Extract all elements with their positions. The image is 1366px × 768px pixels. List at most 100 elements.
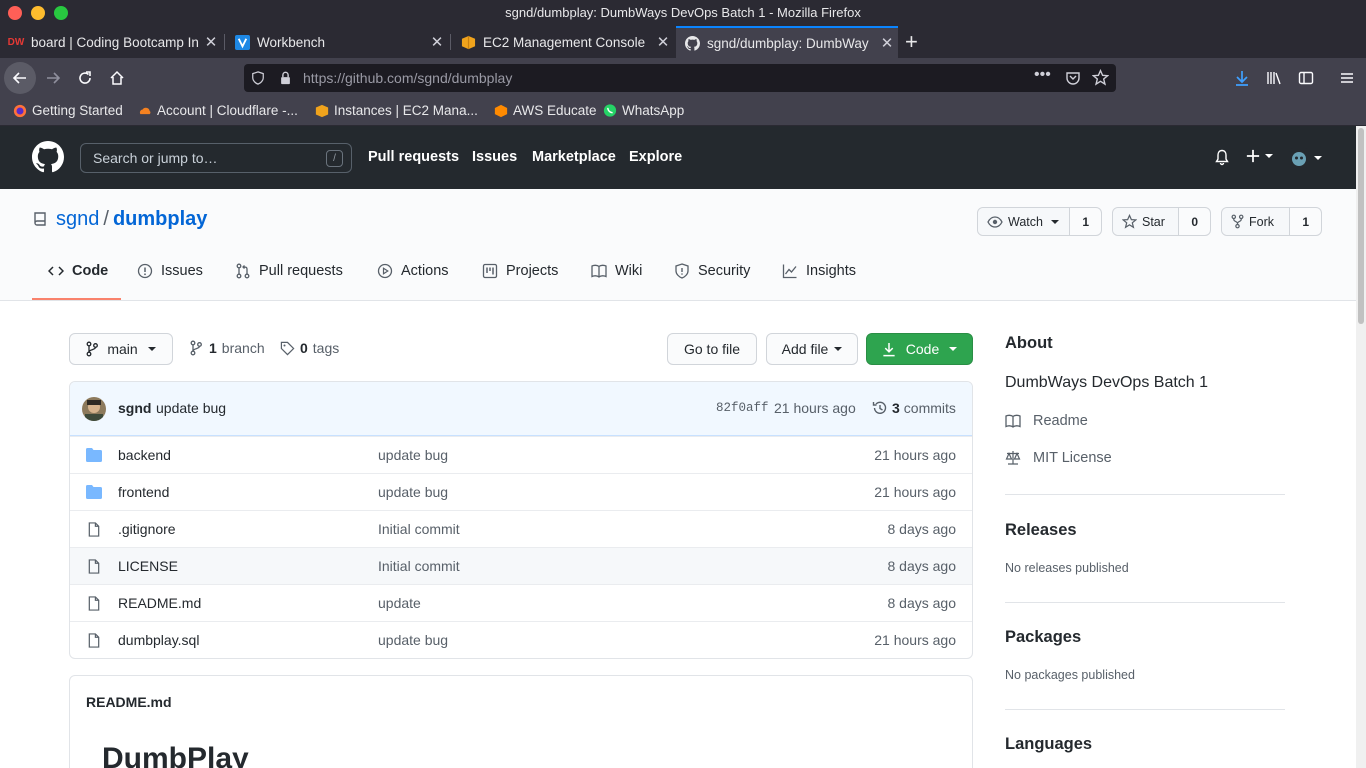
file-commit-message[interactable]: Initial commit	[378, 521, 460, 537]
file-icon	[88, 596, 100, 611]
bell-icon[interactable]	[1214, 149, 1230, 166]
readme-link[interactable]: Readme	[1005, 413, 1088, 429]
file-name[interactable]: backend	[118, 447, 171, 463]
code-download-button[interactable]: Code	[866, 333, 973, 365]
scrollbar-thumb[interactable]	[1358, 128, 1364, 324]
watch-count[interactable]: 1	[1070, 215, 1101, 229]
bookmark-whatsapp[interactable]: WhatsApp	[603, 103, 684, 118]
file-commit-message[interactable]: update	[378, 595, 421, 611]
file-browser: sgnd update bug 82f0aff 21 hours ago 3 c…	[69, 381, 973, 659]
avatar[interactable]	[82, 397, 106, 421]
github-header: Search or jump to… / Pull requests Issue…	[0, 126, 1356, 189]
star-count[interactable]: 0	[1179, 215, 1210, 229]
packages-heading[interactable]: Packages	[1005, 628, 1081, 647]
user-menu[interactable]	[1289, 148, 1322, 168]
commit-author[interactable]: sgnd	[118, 400, 151, 416]
dumbways-favicon: DW	[7, 36, 25, 48]
file-name[interactable]: .gitignore	[118, 521, 176, 537]
fork-button[interactable]: Fork	[1222, 208, 1291, 235]
nav-issues[interactable]: Issues	[472, 149, 517, 165]
file-row-gitignore[interactable]: .gitignore Initial commit 8 days ago	[70, 510, 972, 547]
tab-insights[interactable]: Insights	[782, 263, 856, 279]
back-button[interactable]	[4, 62, 36, 94]
languages-heading: Languages	[1005, 735, 1093, 753]
search-input[interactable]: Search or jump to… /	[80, 143, 352, 173]
file-icon	[88, 522, 100, 537]
forward-button[interactable]	[37, 62, 69, 94]
commits-link[interactable]: 3 commits	[872, 400, 956, 416]
new-tab-button[interactable]: +	[905, 29, 918, 55]
nav-explore[interactable]: Explore	[629, 149, 682, 165]
tab-projects[interactable]: Projects	[482, 263, 558, 279]
sidebar-toggle-button[interactable]	[1290, 62, 1322, 94]
watch-button[interactable]: Watch	[978, 208, 1071, 235]
library-button[interactable]	[1258, 62, 1290, 94]
pocket-icon	[1066, 72, 1080, 85]
file-name[interactable]: frontend	[118, 484, 169, 500]
close-tab-icon[interactable]: ✕	[426, 33, 448, 51]
browser-tab-github[interactable]: sgnd/dumbplay: DumbWay ✕	[676, 26, 898, 58]
github-logo-icon[interactable]	[32, 141, 64, 173]
repo-name-link[interactable]: dumbplay	[113, 208, 207, 231]
fork-count[interactable]: 1	[1290, 215, 1321, 229]
tab-actions[interactable]: Actions	[377, 263, 449, 279]
browser-tab-ec2[interactable]: EC2 Management Console ✕	[452, 26, 674, 58]
window-titlebar: sgnd/dumbplay: DumbWays DevOps Batch 1 -…	[0, 0, 1366, 26]
tab-label: Projects	[506, 263, 559, 279]
tab-issues[interactable]: Issues	[137, 263, 203, 279]
bookmark-ec2-instances[interactable]: Instances | EC2 Mana...	[315, 103, 478, 118]
add-file-button[interactable]: Add file	[766, 333, 858, 365]
file-name[interactable]: dumbplay.sql	[118, 632, 199, 648]
branch-selector[interactable]: main	[69, 333, 173, 365]
branches-link[interactable]: 1 branch	[190, 340, 265, 356]
star-button[interactable]: Star	[1113, 208, 1180, 235]
tags-link[interactable]: 0 tags	[280, 340, 339, 356]
bookmark-cloudflare[interactable]: Account | Cloudflare -...	[138, 103, 298, 118]
home-button[interactable]	[101, 62, 133, 94]
reload-button[interactable]	[69, 62, 101, 94]
close-tab-icon[interactable]: ✕	[876, 34, 898, 52]
tab-wiki[interactable]: Wiki	[591, 263, 642, 279]
menu-button[interactable]	[1331, 62, 1363, 94]
url-text[interactable]: https://github.com/sgnd/dumbplay	[303, 70, 512, 86]
tab-security[interactable]: Security	[674, 263, 750, 279]
file-commit-message[interactable]: update bug	[378, 484, 448, 500]
url-bar[interactable]: https://github.com/sgnd/dumbplay •••	[244, 64, 1116, 92]
plus-icon	[1246, 149, 1260, 163]
file-row-frontend[interactable]: frontend update bug 21 hours ago	[70, 473, 972, 510]
close-tab-icon[interactable]: ✕	[200, 33, 222, 51]
file-row-license[interactable]: LICENSE Initial commit 8 days ago	[70, 547, 972, 584]
commit-message[interactable]: update bug	[156, 400, 226, 416]
file-commit-message[interactable]: update bug	[378, 632, 448, 648]
file-icon	[88, 559, 100, 574]
file-commit-message[interactable]: Initial commit	[378, 558, 460, 574]
file-icon	[88, 633, 100, 648]
tab-pull-requests[interactable]: Pull requests	[235, 263, 343, 279]
go-to-file-button[interactable]: Go to file	[667, 333, 757, 365]
folder-icon	[86, 485, 102, 499]
git-pull-request-icon	[235, 263, 251, 279]
browser-tab-workbench[interactable]: Workbench ✕	[226, 26, 448, 58]
file-row-dumbplay-sql[interactable]: dumbplay.sql update bug 21 hours ago	[70, 621, 972, 658]
nav-marketplace[interactable]: Marketplace	[532, 149, 616, 165]
create-new-menu[interactable]	[1246, 149, 1273, 163]
file-row-backend[interactable]: backend update bug 21 hours ago	[70, 436, 972, 473]
file-name[interactable]: README.md	[118, 595, 201, 611]
add-file-label: Add file	[781, 341, 829, 357]
repo-owner-link[interactable]: sgnd	[56, 208, 99, 231]
file-name[interactable]: LICENSE	[118, 558, 178, 574]
tab-code[interactable]: Code	[48, 263, 108, 279]
releases-heading[interactable]: Releases	[1005, 521, 1077, 540]
bookmark-aws-educate[interactable]: AWS Educate	[494, 103, 597, 118]
downloads-button[interactable]	[1226, 62, 1258, 94]
file-row-readme[interactable]: README.md update 8 days ago	[70, 584, 972, 621]
commit-sha[interactable]: 82f0aff	[716, 401, 769, 415]
close-tab-icon[interactable]: ✕	[652, 33, 674, 51]
file-commit-message[interactable]: update bug	[378, 447, 448, 463]
bookmark-getting-started[interactable]: Getting Started	[13, 103, 123, 118]
browser-tab-dumbways[interactable]: DW board | Coding Bootcamp In ✕	[0, 26, 222, 58]
nav-pull-requests[interactable]: Pull requests	[368, 149, 459, 165]
page-actions-icon[interactable]: •••	[1034, 66, 1051, 84]
tag-icon	[280, 341, 295, 355]
license-link[interactable]: MIT License	[1005, 450, 1112, 466]
